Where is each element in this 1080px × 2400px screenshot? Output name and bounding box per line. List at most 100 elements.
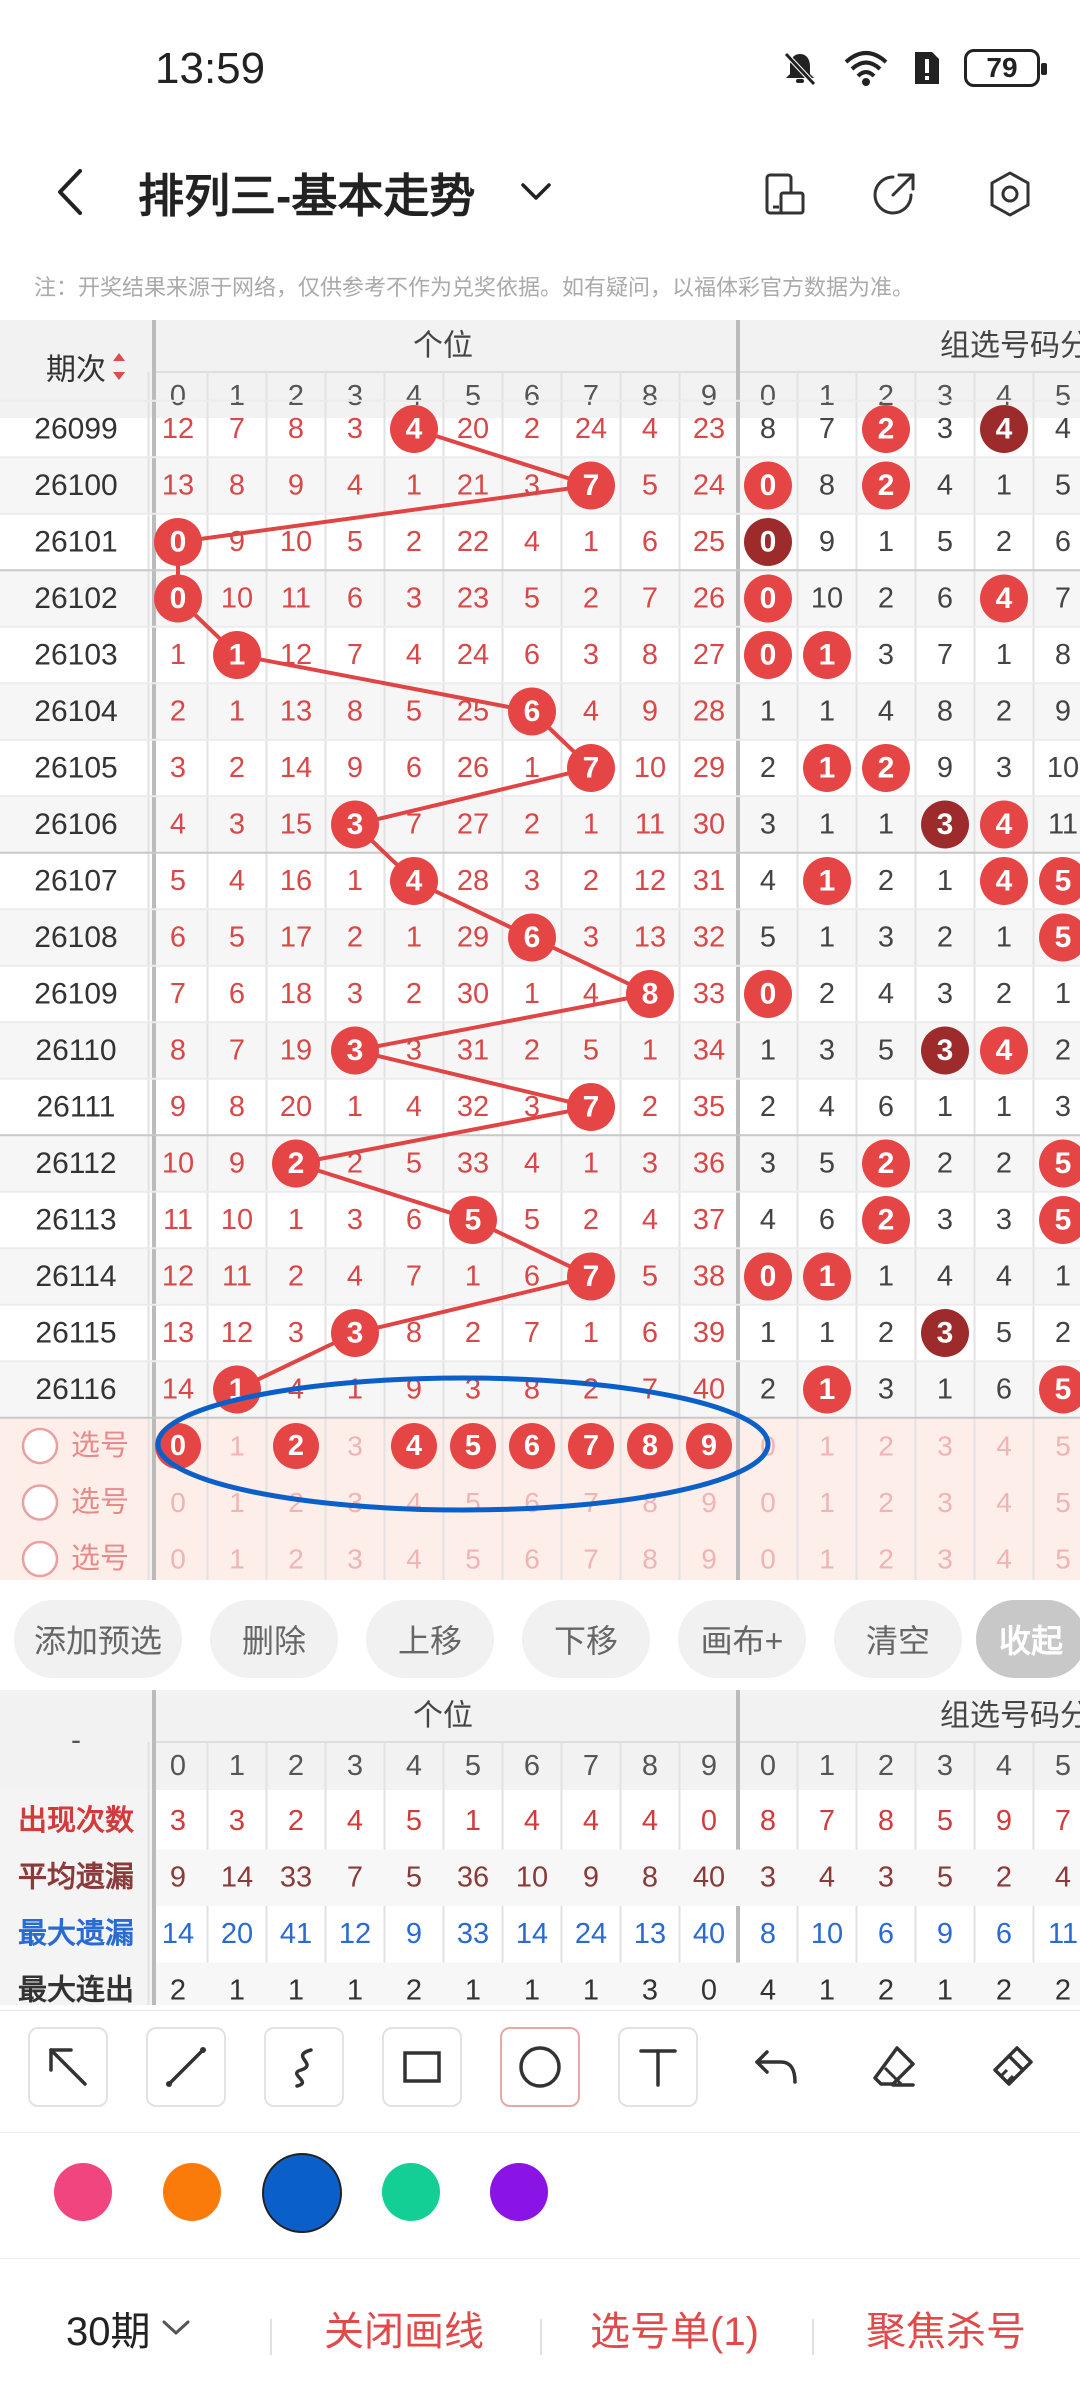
clear-button[interactable]: 清空 [834, 1600, 962, 1678]
group-hit-number: 2 [878, 413, 895, 446]
collapse-button[interactable]: 收起 [976, 1600, 1080, 1678]
miss-count: 6 [642, 526, 658, 558]
stats-value: 1 [524, 1975, 540, 2006]
trend-chart[interactable]: 个位 组选号码分 期次 0 1 2 3 4 5 6 7 8 9 0 1 2 3 4 5 26099 12 7 8 3 4 20 2 2… [0, 320, 1080, 1580]
close-drawing-button[interactable]: 关闭画线 [324, 2299, 484, 2357]
arrow-tool-button[interactable] [28, 2027, 108, 2107]
curve-tool-button[interactable] [264, 2027, 344, 2107]
miss-count: 31 [457, 1035, 489, 1067]
selectable-digit: 5 [465, 1544, 481, 1575]
miss-count: 3 [406, 1035, 422, 1067]
stats-value: 4 [819, 1862, 835, 1894]
bottom-action-bar: 30期 关闭画线 选号单(1) 聚焦杀号 [0, 2258, 1080, 2400]
eraser-button[interactable] [854, 2027, 934, 2107]
drawn-number: 0 [170, 526, 187, 559]
title-dropdown[interactable] [512, 168, 560, 216]
drawn-number: 7 [583, 752, 600, 785]
digit-header: 7 [583, 380, 599, 412]
miss-count: 33 [693, 978, 725, 1010]
miss-count: 6 [170, 922, 186, 954]
undo-button[interactable] [736, 2027, 816, 2107]
miss-count: 4 [642, 1204, 658, 1236]
group-count: 2 [760, 752, 776, 784]
miss-count: 16 [280, 865, 312, 897]
color-swatch-green[interactable] [382, 2163, 440, 2221]
miss-count: 7 [642, 583, 658, 615]
period-header: 期次 [46, 354, 106, 387]
group-count: 1 [760, 1035, 776, 1067]
color-swatch-purple[interactable] [490, 2163, 548, 2221]
group-count: 3 [1055, 1091, 1071, 1123]
miss-count: 19 [280, 1035, 312, 1067]
group-count: 6 [878, 1091, 894, 1123]
miss-count: 3 [347, 1204, 363, 1236]
drawn-number: 4 [406, 865, 423, 898]
selectable-digit: 3 [937, 1431, 953, 1462]
digit-header: 6 [524, 380, 540, 412]
share-button[interactable] [864, 164, 924, 224]
group-count: 3 [937, 413, 953, 445]
back-button[interactable] [40, 162, 100, 222]
stats-value: 9 [937, 1918, 953, 1950]
move-up-button[interactable]: 上移 [366, 1600, 494, 1678]
line-tool-button[interactable] [146, 2027, 226, 2107]
trend-chart-canvas[interactable]: 个位 组选号码分期次0 1 2 3 4 5 6 7 8 9 0 1 2 3 4 526099 12 7 8 3 4 20 2 2… [0, 320, 1080, 1580]
color-swatch-pink[interactable] [54, 2163, 112, 2221]
miss-count: 6 [406, 1204, 422, 1236]
digit-header: 3 [347, 380, 363, 412]
move-down-button[interactable]: 下移 [522, 1600, 650, 1678]
add-preselect-button[interactable]: 添加预选 [14, 1600, 182, 1678]
line-tool-icon [166, 2047, 206, 2087]
clear-drawing-button[interactable] [972, 2027, 1052, 2107]
focus-kill-button[interactable]: 聚焦杀号 [866, 2299, 1026, 2357]
miss-count: 5 [642, 470, 658, 502]
ellipse-tool-button[interactable] [500, 2027, 580, 2107]
group-count: 5 [760, 922, 776, 954]
canvas-plus-button[interactable]: 画布+ [678, 1600, 806, 1678]
rectangle-tool-button[interactable] [382, 2027, 462, 2107]
drawn-number: 3 [347, 808, 364, 841]
selectable-digit: 1 [819, 1487, 835, 1518]
settings-button[interactable] [980, 164, 1040, 224]
group-hit-number: 1 [819, 1373, 836, 1406]
miss-count: 10 [221, 583, 253, 615]
selected-digit: 9 [701, 1430, 717, 1462]
selectable-digit: 1 [819, 1431, 835, 1462]
group-count: 4 [996, 1261, 1012, 1293]
stats-value: 9 [406, 1918, 422, 1950]
selectable-digit: 7 [583, 1544, 599, 1575]
group-hit-number: 3 [937, 1034, 954, 1067]
selectable-digit: 0 [170, 1544, 186, 1575]
text-tool-button[interactable] [618, 2027, 698, 2107]
miss-count: 7 [229, 413, 245, 445]
group-count: 3 [819, 1035, 835, 1067]
group-count: 8 [1055, 639, 1071, 671]
selectable-digit: 2 [288, 1544, 304, 1575]
miss-count: 8 [406, 1317, 422, 1349]
color-swatch-blue-selected[interactable] [262, 2153, 342, 2233]
group-hit-number: 3 [937, 808, 954, 841]
period-selector[interactable]: 30期 [66, 2299, 191, 2357]
miss-count: 13 [634, 922, 666, 954]
miss-count: 13 [162, 1317, 194, 1349]
separator [540, 2319, 542, 2355]
miss-count: 1 [406, 470, 422, 502]
selection-list-button[interactable]: 选号单(1) [590, 2299, 759, 2357]
miss-count: 5 [347, 526, 363, 558]
stats-value: 24 [575, 1918, 607, 1950]
miss-count: 9 [288, 470, 304, 502]
screen-toggle-button[interactable] [754, 164, 814, 224]
miss-count: 29 [693, 752, 725, 784]
select-row-label: 选号 [71, 1486, 129, 1519]
group-count: 1 [819, 809, 835, 841]
selected-digit: 0 [170, 1430, 186, 1462]
miss-count: 6 [642, 1317, 658, 1349]
delete-button[interactable]: 删除 [210, 1600, 338, 1678]
color-swatch-orange[interactable] [163, 2163, 221, 2221]
selectable-digit: 4 [406, 1487, 422, 1518]
stats-value: 7 [819, 1805, 835, 1837]
separator [270, 2319, 272, 2355]
group-hit-number: 0 [760, 639, 777, 672]
digit-header: 3 [937, 380, 953, 412]
miss-count: 24 [575, 413, 607, 445]
